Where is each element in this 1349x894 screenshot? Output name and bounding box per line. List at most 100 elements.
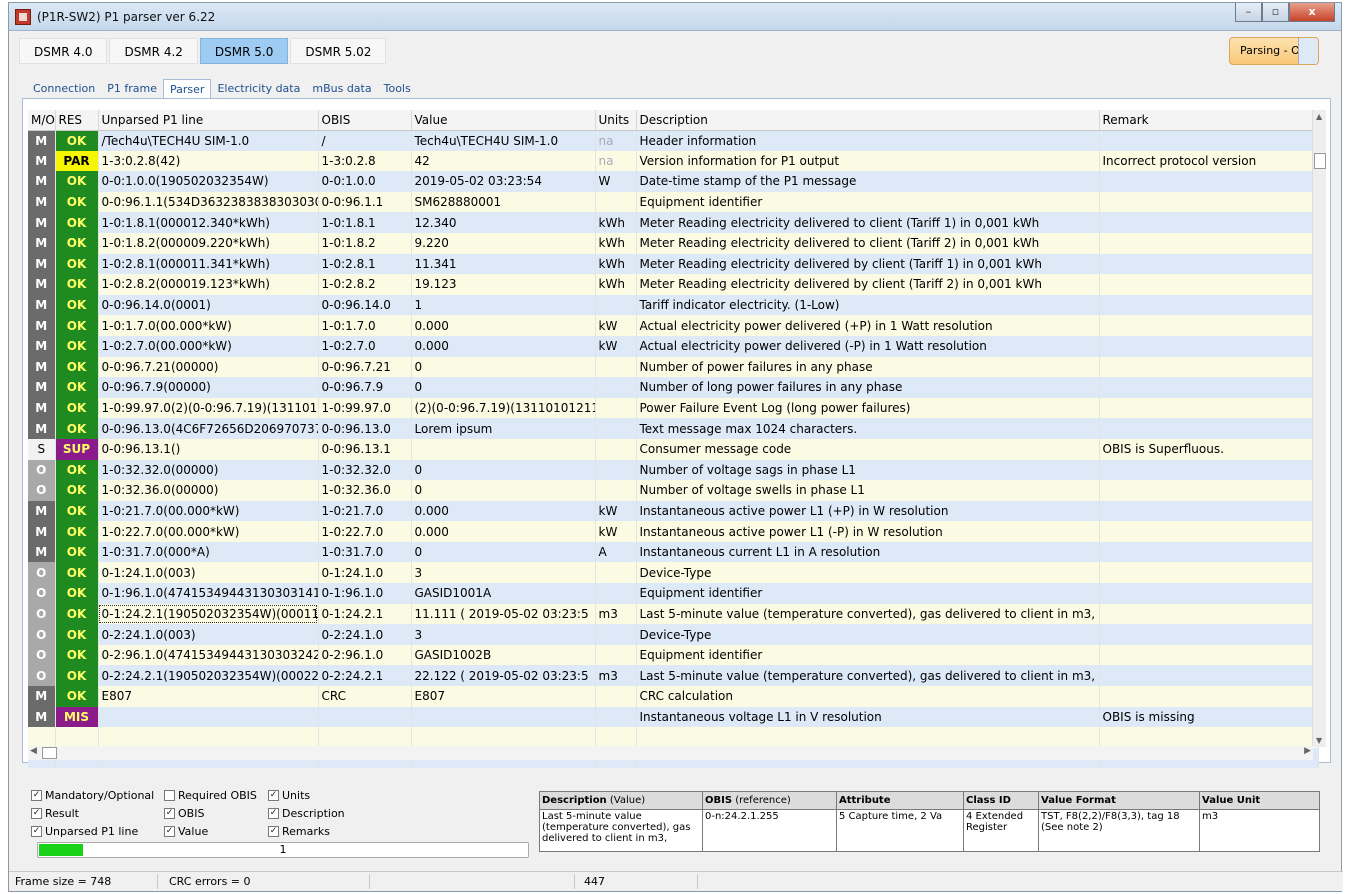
cell-mo[interactable]: M [28,212,56,233]
column-header-unparsed-p1-line[interactable]: Unparsed P1 line [98,110,319,131]
cell-remark[interactable] [1099,274,1319,295]
cell-desc[interactable]: Text message max 1024 characters. [636,418,1100,439]
cell-line[interactable]: 0-0:1.0.0(190502032354W) [98,171,319,192]
cell-obis[interactable]: 1-0:2.8.2 [318,274,412,295]
table-row[interactable]: O OK 0-2:24.1.0(003) 0-2:24.1.0 3 Device-Type [28,624,1319,645]
cell-units[interactable] [595,294,637,316]
cell-desc[interactable]: Instantaneous current L1 in A resolution [636,541,1100,563]
cell-units[interactable]: kWh [595,212,637,233]
cell-value[interactable] [411,438,596,460]
cell-units[interactable] [595,583,637,604]
cell-obis[interactable]: 1-0:1.8.2 [318,232,412,254]
cell-obis[interactable] [318,706,412,728]
cell-desc[interactable]: Tariff indicator electricity. (1-Low) [636,294,1100,316]
cell-remark[interactable] [1099,541,1319,563]
option-obis[interactable]: ✓ OBIS [164,807,204,820]
cell-desc[interactable]: Power Failure Event Log (long power fail… [636,397,1100,419]
checkbox-checked-icon[interactable]: ✓ [164,826,175,837]
scroll-up-icon[interactable]: ▲ [1316,112,1322,121]
cell-line[interactable]: 1-0:1.8.2(000009.220*kWh) [98,232,319,254]
cell-mo[interactable]: M [28,397,56,419]
cell-res[interactable]: OK [55,232,99,254]
cell-desc[interactable]: Consumer message code [636,438,1100,460]
cell-units[interactable]: m3 [595,603,637,625]
cell-res[interactable]: OK [55,356,99,378]
cell-mo[interactable]: M [28,315,56,336]
cell-desc[interactable]: Last 5-minute value (temperature convert… [636,603,1100,625]
cell-obis[interactable]: 0-0:96.1.1 [318,191,412,213]
cell-value[interactable]: 22.122 ( 2019-05-02 03:23:5 [411,665,596,687]
cell-remark[interactable] [1099,644,1319,666]
horizontal-scroll-thumb[interactable] [42,747,57,759]
cell-units[interactable]: na [595,150,637,172]
cell-line[interactable]: 0-0:96.1.1(534D3632383838303030) [98,191,319,213]
cell-units[interactable] [595,418,637,439]
table-row[interactable]: M OK 1-0:2.8.1(000011.341*kWh) 1-0:2.8.1 11.… [28,253,1319,275]
cell-res[interactable]: OK [55,665,99,687]
cell-remark[interactable] [1099,665,1319,687]
cell-mo[interactable]: M [28,335,56,357]
cell-obis[interactable]: 1-0:2.8.1 [318,253,412,275]
cell-res[interactable]: OK [55,644,99,666]
cell-line[interactable]: 0-0:96.14.0(0001) [98,294,319,316]
cell-units[interactable]: kW [595,315,637,336]
cell-obis[interactable]: 1-0:22.7.0 [318,521,412,542]
cell-value[interactable]: GASID1001A [411,583,596,604]
cell-desc[interactable]: Date-time stamp of the P1 message [636,171,1100,192]
cell-units[interactable]: A [595,541,637,563]
cell-line[interactable]: 1-0:32.32.0(00000) [98,459,319,481]
cell-remark[interactable] [1099,480,1319,501]
scroll-down-icon[interactable]: ▼ [1316,736,1322,745]
column-header-description[interactable]: Description [636,110,1100,131]
cell-res[interactable]: OK [55,212,99,233]
cell-line[interactable]: 1-0:32.36.0(00000) [98,480,319,501]
checkbox-checked-icon[interactable]: ✓ [268,790,279,801]
cell-obis[interactable]: 0-2:24.2.1 [318,665,412,687]
cell-obis[interactable]: 1-0:99.97.0 [318,397,412,419]
table-row[interactable]: M OK 1-0:1.8.2(000009.220*kWh) 1-0:1.8.2 9.2… [28,232,1319,254]
cell-remark[interactable] [1099,171,1319,192]
table-row[interactable]: M OK 0-0:96.7.9(00000) 0-0:96.7.9 0 Number of… [28,377,1319,398]
table-row[interactable]: O OK 0-1:24.1.0(003) 0-1:24.1.0 3 Device-Type [28,562,1319,584]
cell-remark[interactable] [1099,232,1319,254]
table-row[interactable]: O OK 0-1:96.1.0(4741534944313030314130) 0-1… [28,583,1319,604]
cell-value[interactable]: SM628880001 [411,191,596,213]
column-header-value[interactable]: Value [411,110,596,131]
cell-res[interactable]: OK [55,274,99,295]
cell-res[interactable]: OK [55,171,99,192]
cell-remark[interactable] [1099,191,1319,213]
cell-value[interactable]: 11.111 ( 2019-05-02 03:23:5 [411,603,596,625]
table-row[interactable]: M OK E807 CRC E807 CRC calculation [28,686,1319,707]
cell-line[interactable]: 1-0:22.7.0(00.000*kW) [98,521,319,542]
cell-line[interactable]: /Tech4u\TECH4U SIM-1.0 [98,130,319,151]
cell-value[interactable]: 0.000 [411,315,596,336]
cell-remark[interactable] [1099,459,1319,481]
table-row[interactable]: O OK 0-1:24.2.1(190502032354W)(00011. 0-1:2… [28,603,1319,625]
cell-res[interactable]: OK [55,521,99,542]
cell-units[interactable]: kW [595,521,637,542]
cell-remark[interactable] [1099,418,1319,439]
cell-res[interactable]: OK [55,583,99,604]
cell-remark[interactable] [1099,253,1319,275]
cell-units[interactable]: kW [595,500,637,522]
cell-res[interactable]: OK [55,130,99,151]
cell-mo[interactable]: M [28,356,56,378]
option-value[interactable]: ✓ Value [164,825,208,838]
tab-tools[interactable]: Tools [378,79,417,99]
version-button-dsmr50[interactable]: DSMR 5.0 [199,38,289,64]
tab-connection[interactable]: Connection [27,79,101,99]
checkbox-checked-icon[interactable]: ✓ [164,808,175,819]
table-row[interactable]: M OK 1-0:31.7.0(000*A) 1-0:31.7.0 0 A Instanta… [28,541,1319,563]
cell-desc[interactable]: Equipment identifier [636,583,1100,604]
cell-res[interactable]: OK [55,377,99,398]
cell-line[interactable]: 0-0:96.13.0(4C6F72656D20697073756D) [98,418,319,439]
version-button-dsmr502[interactable]: DSMR 5.02 [290,38,387,64]
table-row[interactable]: M OK 0-0:1.0.0(190502032354W) 0-0:1.0.0 2019… [28,171,1319,192]
table-row[interactable]: M OK 1-0:21.7.0(00.000*kW) 1-0:21.7.0 0.000 k… [28,500,1319,522]
cell-value[interactable]: 0.000 [411,335,596,357]
cell-obis[interactable]: 0-0:96.13.0 [318,418,412,439]
cell-mo[interactable]: O [28,644,56,666]
cell-value[interactable]: 0 [411,356,596,378]
table-row[interactable]: S SUP 0-0:96.13.1() 0-0:96.13.1 Consumer mes… [28,438,1319,460]
cell-obis[interactable]: CRC [318,686,412,707]
